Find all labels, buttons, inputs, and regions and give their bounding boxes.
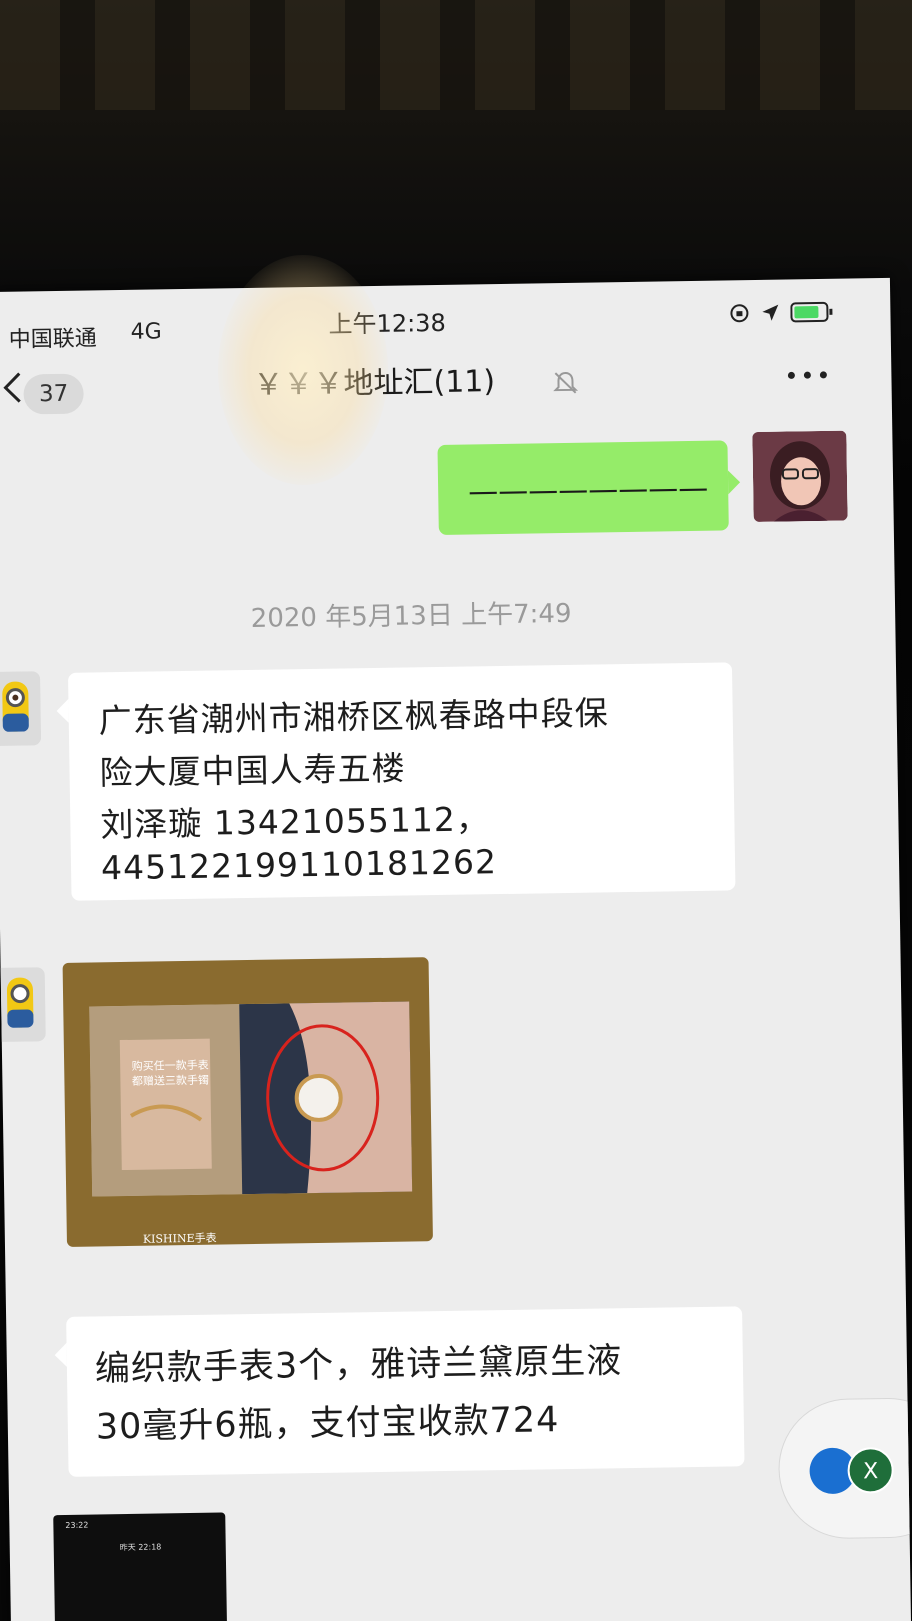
address-line: 险大厦中国人寿五楼 [99,748,406,793]
chat-area[interactable]: ———————— 2020 年5月13日 上午7:49 广东省潮州市湘桥区枫春路… [0,408,912,1621]
address-message-bubble[interactable]: 广东省潮州市湘桥区枫春路中段保 险大厦中国人寿五楼 刘泽璇 1342105511… [67,662,736,901]
orientation-lock-icon [730,304,749,323]
mute-icon [553,371,579,394]
screenshot-image-message[interactable]: 23:22 昨天 22:18 [53,1512,228,1621]
message-timestamp: 2020 年5月13日 上午7:49 [250,598,572,634]
carrier-label: 中国联通 [8,326,97,353]
light-glare [218,255,388,485]
minion-avatar-icon [0,671,42,746]
avatar-photo [752,430,848,523]
order-line: 30毫升6瓶，支付宝收款724 [95,1400,560,1448]
phone-screen: 中国联通 4G 上午12:38 37 ￥￥￥地址汇(11) [0,277,912,1621]
unread-count-badge[interactable]: 37 [23,373,84,415]
promo-image: 购买任一款手表 都赠送三款手镯 KISHINE手表 [89,1001,413,1246]
thumb-title: 昨天 22:18 [119,1542,162,1553]
thumb-status-time: 23:22 [65,1520,89,1530]
my-message-text: ———————— [467,470,709,510]
order-line: 编织款手表3个，雅诗兰黛原生液 [94,1341,623,1390]
floating-app-widget[interactable]: X [777,1396,912,1540]
image-message[interactable]: 购买任一款手表 都赠送三款手镯 KISHINE手表 [62,957,433,1247]
my-avatar[interactable] [752,430,848,523]
back-icon[interactable] [0,369,26,405]
status-icons [728,299,834,327]
address-line: 广东省潮州市湘桥区枫春路中段保 [98,693,609,741]
app-x-icon[interactable]: X [847,1446,894,1494]
promo-text: 都赠送三款手镯 [131,1073,210,1088]
sender-avatar[interactable] [0,967,46,1042]
window-blinds [0,0,912,110]
order-message-bubble[interactable]: 编织款手表3个，雅诗兰黛原生液 30毫升6瓶，支付宝收款724 [66,1306,745,1477]
watch-photo [89,1001,413,1197]
battery-icon [790,301,833,323]
network-label: 4G [130,319,162,345]
sender-avatar[interactable] [0,671,42,746]
address-line: 445122199110181262 [100,842,498,888]
address-line: 刘泽璇 13421055112， [100,799,491,845]
minion-avatar-icon [0,967,46,1042]
my-message-bubble[interactable]: ———————— [437,440,729,535]
more-icon[interactable] [784,365,830,386]
location-icon [762,304,779,321]
promo-brand: KISHINE手表 [142,1231,217,1246]
